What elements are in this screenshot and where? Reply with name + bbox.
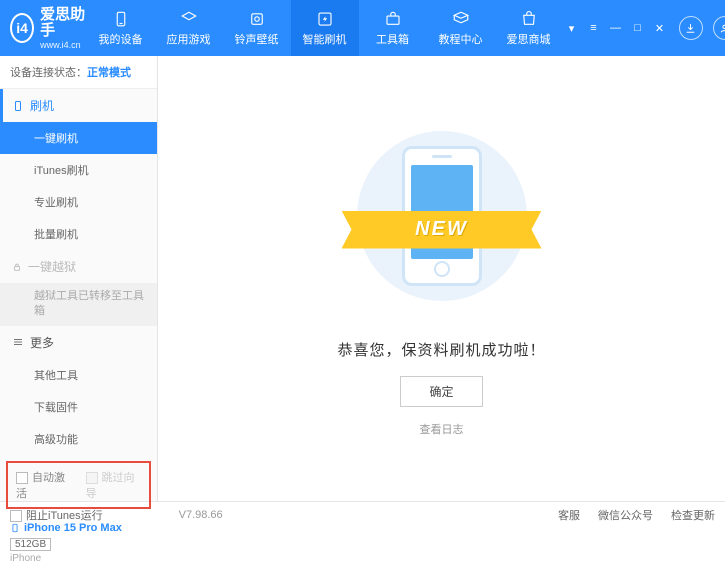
skip-wizard-checkbox: 跳过向导 <box>86 469 142 501</box>
sidebar-item-oneclick-flash[interactable]: 一键刷机 <box>0 122 157 154</box>
logo[interactable]: i4 爱思助手 www.i4.cn <box>10 7 87 50</box>
device-capacity: 512GB <box>10 538 51 551</box>
app-url: www.i4.cn <box>40 40 86 50</box>
footer-link-support[interactable]: 客服 <box>558 507 580 523</box>
toolbox-icon <box>383 9 403 29</box>
app-name: 爱思助手 <box>40 7 86 40</box>
phone-icon <box>12 100 24 112</box>
sidebar-item-itunes-flash[interactable]: iTunes刷机 <box>0 154 157 186</box>
device-type: iPhone <box>10 553 147 564</box>
block-itunes-checkbox[interactable]: 阻止iTunes运行 <box>10 507 103 523</box>
sidebar-section-more[interactable]: 更多 <box>0 326 157 359</box>
settings-icon[interactable]: ≡ <box>585 19 603 37</box>
device-icon <box>111 9 131 29</box>
success-illustration: NEW <box>352 121 532 321</box>
view-log-link[interactable]: 查看日志 <box>420 421 464 437</box>
footer-link-update[interactable]: 检查更新 <box>671 507 715 523</box>
store-icon <box>519 9 539 29</box>
new-ribbon: NEW <box>342 211 542 249</box>
sidebar-jailbreak-moved: 越狱工具已转移至工具箱 <box>0 283 157 326</box>
nav-ringtones[interactable]: 铃声壁纸 <box>223 0 291 56</box>
titlebar: i4 爱思助手 www.i4.cn 我的设备 应用游戏 铃声壁纸 智能刷机 工具… <box>0 0 725 56</box>
phone-small-icon <box>10 521 20 535</box>
nav-tutorials[interactable]: 教程中心 <box>427 0 495 56</box>
sidebar-item-advanced[interactable]: 高级功能 <box>0 423 157 455</box>
logo-icon: i4 <box>10 13 34 43</box>
sidebar: 设备连接状态：正常模式 刷机 一键刷机 iTunes刷机 专业刷机 批量刷机 一… <box>0 56 158 501</box>
nav-store[interactable]: 爱思商城 <box>495 0 563 56</box>
nav-apps[interactable]: 应用游戏 <box>155 0 223 56</box>
lock-icon <box>12 262 22 272</box>
user-icon[interactable] <box>713 16 725 40</box>
flash-icon <box>315 9 335 29</box>
confirm-button[interactable]: 确定 <box>400 376 482 407</box>
window-controls: ▾ ≡ — □ ✕ <box>563 16 725 40</box>
top-nav: 我的设备 应用游戏 铃声壁纸 智能刷机 工具箱 教程中心 爱思商城 <box>87 0 563 56</box>
nav-toolbox[interactable]: 工具箱 <box>359 0 427 56</box>
footer-link-wechat[interactable]: 微信公众号 <box>598 507 653 523</box>
version-label: V7.98.66 <box>179 509 223 521</box>
connection-status: 设备连接状态：正常模式 <box>0 56 157 89</box>
ringtone-icon <box>247 9 267 29</box>
auto-activate-checkbox[interactable]: 自动激活 <box>16 469 72 501</box>
list-icon <box>12 336 24 348</box>
sidebar-item-download-firmware[interactable]: 下载固件 <box>0 391 157 423</box>
nav-my-device[interactable]: 我的设备 <box>87 0 155 56</box>
tutorial-icon <box>451 9 471 29</box>
sidebar-item-pro-flash[interactable]: 专业刷机 <box>0 186 157 218</box>
sidebar-section-jailbreak: 一键越狱 <box>0 250 157 283</box>
minimize-icon[interactable]: — <box>607 19 625 37</box>
main-content: NEW 恭喜您，保资料刷机成功啦！ 确定 查看日志 <box>158 56 725 501</box>
apps-icon <box>179 9 199 29</box>
device-info: iPhone 15 Pro Max 512GB iPhone <box>0 515 157 570</box>
options-highlight: 自动激活 跳过向导 <box>6 461 151 509</box>
download-icon[interactable] <box>679 16 703 40</box>
close-icon[interactable]: ✕ <box>651 19 669 37</box>
device-name[interactable]: iPhone 15 Pro Max <box>10 521 147 535</box>
sidebar-section-flash[interactable]: 刷机 <box>0 89 157 122</box>
sidebar-item-batch-flash[interactable]: 批量刷机 <box>0 218 157 250</box>
success-message: 恭喜您，保资料刷机成功啦！ <box>337 339 545 360</box>
sidebar-item-other-tools[interactable]: 其他工具 <box>0 359 157 391</box>
nav-smart-flash[interactable]: 智能刷机 <box>291 0 359 56</box>
maximize-icon[interactable]: □ <box>629 19 647 37</box>
menu-icon[interactable]: ▾ <box>563 19 581 37</box>
